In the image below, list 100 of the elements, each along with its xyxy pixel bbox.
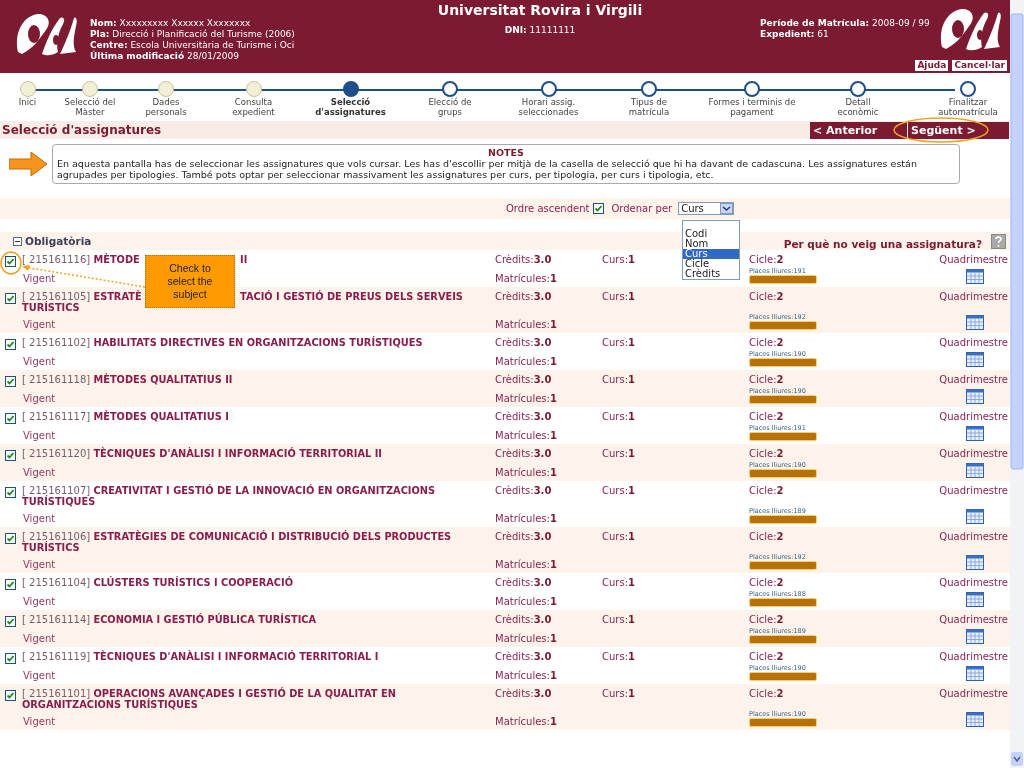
header-field: Centre: Escola Universitària de Turisme i Oci [90,40,420,50]
calendar-icon[interactable] [966,352,984,367]
enrolments-text: Matrícules:1 [495,513,557,524]
status-text: Vigent [23,633,56,644]
subject-checkbox[interactable] [5,533,16,544]
subject-title: [ 215161107] CREATIVITAT I GESTIÓ DE LA INNOVACIÓ EN ORGANITZACIONS TURÍSTIQUES [22,485,436,507]
calendar-icon[interactable] [966,463,984,478]
cycle-text: Cicle:2 [749,291,784,304]
dropdown-option[interactable]: Nom [683,239,739,249]
subject-checkbox[interactable] [5,450,16,461]
notes-text: En aquesta pantalla has de seleccionar les assignatures que vols cursar. Les has d'escollir per mitjà de la casella de selecció que hi ha davant de cadascuna. Les assignatures están agrupades per tipologies. També pots optar per seleccionar massivament les assignatures per curs, per tipologia, per curs i tipologia, etc. [57,158,918,180]
university-title: Universitat Rovira i Virgili [437,2,643,18]
term-text: Quadrimestre [939,374,1008,387]
calendar-icon[interactable] [966,629,984,644]
dropdown-option[interactable]: Codi [683,229,739,239]
cycle-text: Cicle:2 [749,337,784,350]
subject-title: [ 215161117] MÈTODES QUALITATIUS I [22,411,229,422]
highlight-ellipse [0,251,22,275]
places-bar [749,672,817,681]
calendar-icon[interactable] [966,389,984,404]
subject-checkbox[interactable] [5,256,16,267]
subject-title: [ 215161119] TÈCNIQUES D'ANÀLISI I INFORMACIÓ TERRITORIAL I [22,651,379,662]
subject-checkbox[interactable] [5,653,16,664]
dropdown-option[interactable]: Curs [683,249,739,259]
enrolments-text: Matrícules:1 [495,393,557,404]
enrolments-text: Matrícules:1 [495,670,557,681]
subject-checkbox[interactable] [5,293,16,304]
places-bar [749,395,817,404]
calendar-icon[interactable] [966,712,984,727]
dropdown-option[interactable]: Crèdits [683,269,739,279]
subject-checkbox[interactable] [5,487,16,498]
subject-checkbox[interactable] [5,690,16,701]
term-text: Quadrimestre [939,485,1008,498]
credits-text: Crèdits:3.0 [495,577,552,590]
subject-checkbox[interactable] [5,376,16,387]
previous-button[interactable]: < Anterior [810,121,907,139]
group-title: Obligatòria [25,235,92,247]
course-text: Curs:1 [602,485,635,498]
step-circle[interactable] [641,81,657,97]
sort-select[interactable]: Curs [678,202,735,215]
sort-label: Ordre ascendent [506,203,590,214]
step-label: Tipus de matrícula [628,98,670,117]
credits-text: Crèdits:3.0 [495,291,552,304]
subject-checkbox[interactable] [5,413,16,424]
subject-checkbox[interactable] [5,339,16,350]
places-bar [749,515,817,524]
step-label: Horari assig. seleccionades [518,98,579,117]
enrolments-text: Matrícules:1 [495,430,557,441]
calendar-icon[interactable] [966,555,984,570]
arrow-icon [9,152,47,176]
enrolments-text: Matrícules:1 [495,559,557,570]
term-text: Quadrimestre [939,254,1008,267]
help-link[interactable]: Per què no veig una assignatura? [783,238,982,250]
calendar-icon[interactable] [966,315,984,330]
calendar-icon[interactable] [966,426,984,441]
calendar-icon[interactable] [966,269,984,284]
subject-title: [ 215161106] ESTRATÈGIES DE COMUNICACIÓ I DISTRIBUCIÓ DELS PRODUCTES TURÍSTICS [22,531,452,553]
term-text: Quadrimestre [939,577,1008,590]
status-text: Vigent [23,596,56,607]
calendar-icon[interactable] [966,592,984,607]
subject-checkbox[interactable] [5,616,16,627]
header-field: DNI: 11111111 [504,25,576,35]
calendar-icon[interactable] [966,509,984,524]
step-circle[interactable] [442,81,458,97]
enrolments-text: Matrícules:1 [495,356,557,367]
credits-text: Crèdits:3.0 [495,254,552,267]
cycle-text: Cicle:2 [749,614,784,627]
step-circle[interactable] [744,81,760,97]
next-button[interactable]: Següent > [908,121,1009,139]
status-text: Vigent [23,319,56,330]
scrollbar[interactable] [1010,0,1024,768]
dropdown-option[interactable]: Cicle [683,259,739,269]
term-text: Quadrimestre [939,411,1008,424]
caret-icon[interactable] [720,203,734,214]
header-button[interactable]: Ajuda [914,59,950,72]
header-button[interactable]: Cancel·lar [951,59,1008,72]
step-label: Consulta expedient [232,98,275,117]
step-circle[interactable] [540,81,557,97]
credits-text: Crèdits:3.0 [495,448,552,461]
ascending-checkbox[interactable] [593,203,605,214]
collapse-icon[interactable] [13,236,22,246]
enrolments-text: Matrícules:1 [495,467,557,478]
subject-checkbox[interactable] [5,579,16,590]
subject-title: [ 215161118] MÈTODES QUALITATIUS II [22,374,233,385]
status-text: Vigent [23,356,56,367]
step-circle[interactable] [960,81,976,97]
credits-text: Crèdits:3.0 [495,651,552,664]
places-bar [749,718,817,727]
course-text: Curs:1 [602,614,635,627]
cycle-text: Cicle:2 [749,411,784,424]
calendar-icon[interactable] [966,666,984,681]
help-icon[interactable] [991,233,1006,249]
step-circle[interactable] [850,81,866,97]
step-label: Formes i terminis de pagament [708,98,796,117]
course-text: Curs:1 [602,688,635,701]
step-circle[interactable] [342,81,359,97]
enrolments-text: Matrícules:1 [495,596,557,607]
course-text: Curs:1 [602,374,635,387]
status-text: Vigent [23,670,56,681]
term-text: Quadrimestre [939,448,1008,461]
